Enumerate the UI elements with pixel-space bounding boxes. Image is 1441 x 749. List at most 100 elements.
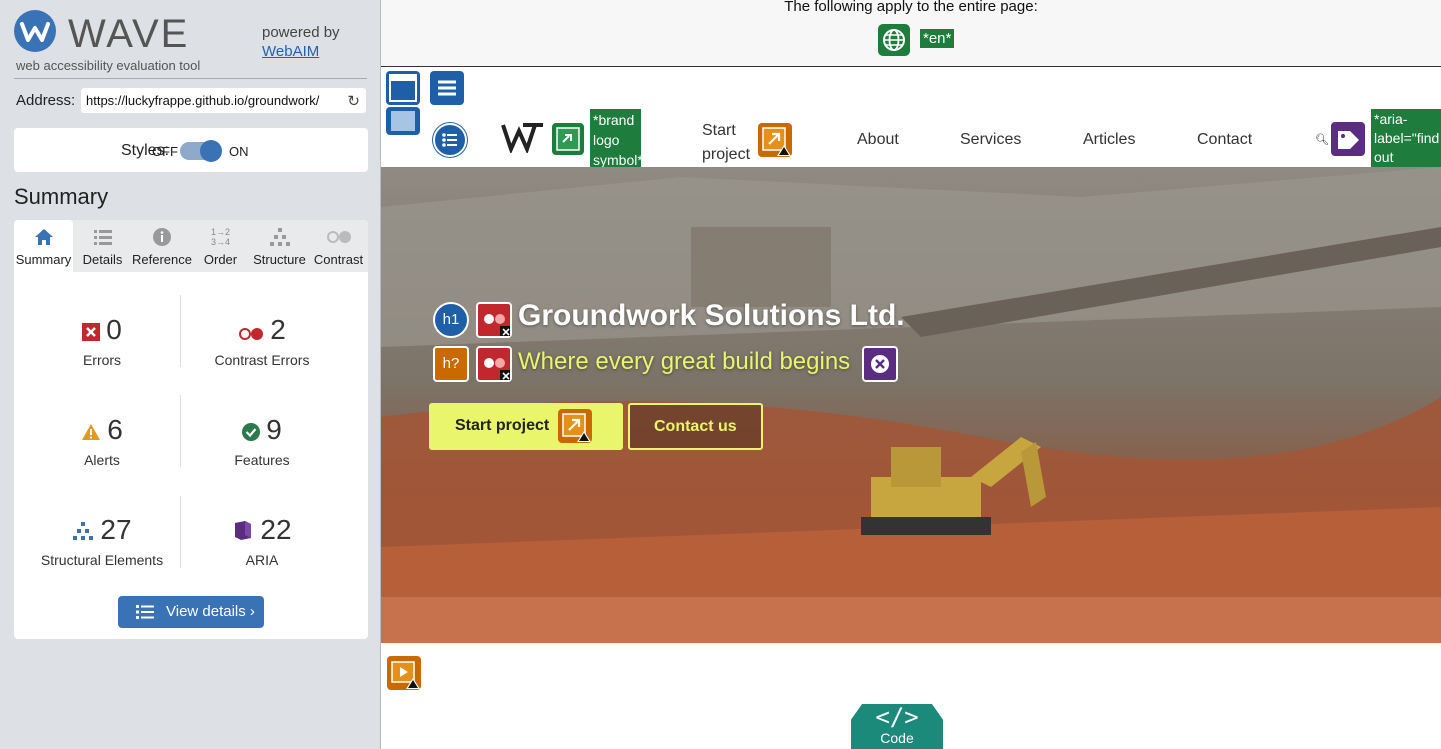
start-project-button[interactable]: Start project	[429, 403, 623, 450]
styles-on-label: ON	[229, 144, 249, 159]
navigation-icon[interactable]	[430, 71, 464, 105]
nav-services[interactable]: Services	[960, 131, 1021, 149]
aria-cube-icon	[232, 516, 254, 548]
hero-title: Groundwork Solutions Ltd.	[518, 299, 905, 332]
divider	[180, 496, 181, 568]
alert-icon	[81, 416, 101, 448]
tab-structure[interactable]: Structure	[250, 220, 309, 272]
contrast-errors-count: 2	[270, 314, 286, 345]
address-label: Address:	[16, 92, 76, 109]
summary-heading: Summary	[14, 184, 109, 209]
powered-by-text: powered by	[262, 24, 340, 41]
aria-label-tag[interactable]: *aria-label="find out more"*	[1371, 109, 1441, 184]
wave-app: WAVE web accessibility evaluation tool p…	[0, 0, 1441, 749]
structure-icon	[72, 516, 94, 548]
hero-section: h1 Groundwork Solutions Ltd. h? Where ev…	[381, 167, 1441, 643]
styles-off-label: OFF	[152, 144, 178, 159]
globe-icon[interactable]	[878, 24, 910, 56]
summary-panel: Summary Details Reference 1→2 3→4 Order S…	[14, 220, 368, 639]
contact-us-button[interactable]: Contact us	[628, 403, 763, 450]
home-icon	[14, 226, 73, 248]
tab-bar: Summary Details Reference 1→2 3→4 Order S…	[14, 220, 368, 272]
alerts-stat[interactable]: 6 Alerts	[22, 414, 182, 468]
address-value: https://luckyfrappe.github.io/groundwork…	[86, 93, 320, 108]
possible-heading-alert-icon[interactable]: h?	[433, 346, 469, 382]
tab-details[interactable]: Details	[73, 220, 132, 272]
divider	[180, 395, 181, 467]
tab-label: Contrast	[313, 252, 364, 267]
feature-check-icon	[242, 416, 261, 448]
view-details-button[interactable]: View details ›	[118, 596, 264, 628]
list-icon	[136, 604, 154, 624]
divider	[14, 78, 367, 79]
wave-title: WAVE	[68, 12, 190, 56]
linked-image-icon[interactable]	[552, 123, 584, 155]
structural-stat[interactable]: 27 Structural Elements	[22, 514, 182, 568]
header-region-icon[interactable]	[386, 71, 420, 105]
alerts-label: Alerts	[84, 451, 120, 468]
page-level-bar: The following apply to the entire page: …	[381, 0, 1441, 67]
contact-us-label: Contact us	[654, 418, 737, 435]
nav-about[interactable]: About	[857, 131, 899, 149]
errors-stat[interactable]: 0 Errors	[22, 314, 182, 368]
structural-label: Structural Elements	[40, 551, 164, 568]
tab-label: Details	[82, 252, 123, 267]
list-region-icon[interactable]	[386, 107, 420, 135]
order-icon: 1→2 3→4	[210, 227, 230, 247]
aria-hidden-icon[interactable]	[862, 346, 898, 382]
brand-logo-tag[interactable]: *brand logo symbol*	[590, 109, 643, 169]
tab-summary[interactable]: Summary	[14, 220, 73, 272]
structural-count: 27	[100, 514, 132, 545]
contrast-errors-stat[interactable]: 2 Contrast Errors	[182, 314, 342, 368]
nav-start-project[interactable]: Start project	[702, 119, 754, 167]
structure-icon	[250, 226, 309, 248]
search-icon[interactable]: 🔍︎	[1315, 133, 1329, 146]
contrast-error-icon[interactable]	[476, 346, 512, 382]
list-icon	[73, 226, 132, 248]
alerts-count: 6	[107, 414, 123, 445]
brand-logo-icon[interactable]	[501, 121, 545, 158]
styles-toggle-box: Styles: OFF ON	[14, 128, 368, 172]
code-icon: </>	[875, 703, 919, 731]
tab-contrast[interactable]: Contrast	[309, 220, 368, 272]
possible-heading-text: h?	[442, 355, 460, 372]
page-preview: The following apply to the entire page: …	[381, 0, 1441, 749]
powered-by: powered by WebAIM	[262, 24, 340, 60]
tab-label: Structure	[253, 252, 306, 267]
aria-count: 22	[260, 514, 292, 545]
tab-label: Summary	[15, 252, 72, 267]
redundant-link-alert-icon[interactable]	[558, 409, 592, 443]
start-project-label: Start project	[455, 417, 550, 434]
hero-subtitle: Where every great build begins	[518, 348, 851, 375]
code-label: Code	[880, 730, 914, 746]
wave-logo-icon	[14, 10, 56, 52]
code-toggle-button[interactable]: </> Code	[851, 704, 943, 749]
unordered-list-icon[interactable]	[433, 123, 467, 157]
aria-label: ARIA	[245, 551, 279, 568]
view-details-label: View details ›	[166, 603, 255, 620]
webaim-link[interactable]: WebAIM	[262, 43, 340, 60]
tab-reference[interactable]: Reference	[132, 220, 192, 272]
video-alert-icon[interactable]	[387, 656, 421, 690]
styles-toggle[interactable]	[180, 140, 222, 162]
refresh-icon[interactable]: ↻	[347, 92, 360, 110]
contrast-error-icon[interactable]	[476, 302, 512, 338]
features-stat[interactable]: 9 Features	[182, 414, 342, 468]
redundant-link-alert-icon[interactable]	[758, 123, 792, 157]
contrast-icon	[309, 226, 368, 248]
aria-label-icon[interactable]	[1331, 122, 1365, 156]
tab-label: Reference	[132, 252, 192, 267]
features-label: Features	[234, 451, 290, 468]
tab-order[interactable]: 1→2 3→4 Order	[191, 220, 250, 272]
info-icon	[132, 226, 191, 248]
h1-heading-icon[interactable]: h1	[433, 302, 469, 338]
language-tag[interactable]: *en*	[920, 29, 955, 48]
features-count: 9	[266, 414, 282, 445]
nav-articles[interactable]: Articles	[1083, 131, 1135, 149]
contrast-error-icon	[238, 316, 264, 348]
address-input[interactable]: https://luckyfrappe.github.io/groundwork…	[81, 88, 366, 113]
aria-stat[interactable]: 22 ARIA	[182, 514, 342, 568]
site-header: *brand logo symbol* Start project About …	[381, 67, 1441, 184]
nav-contact[interactable]: Contact	[1197, 131, 1252, 149]
divider	[180, 295, 181, 367]
